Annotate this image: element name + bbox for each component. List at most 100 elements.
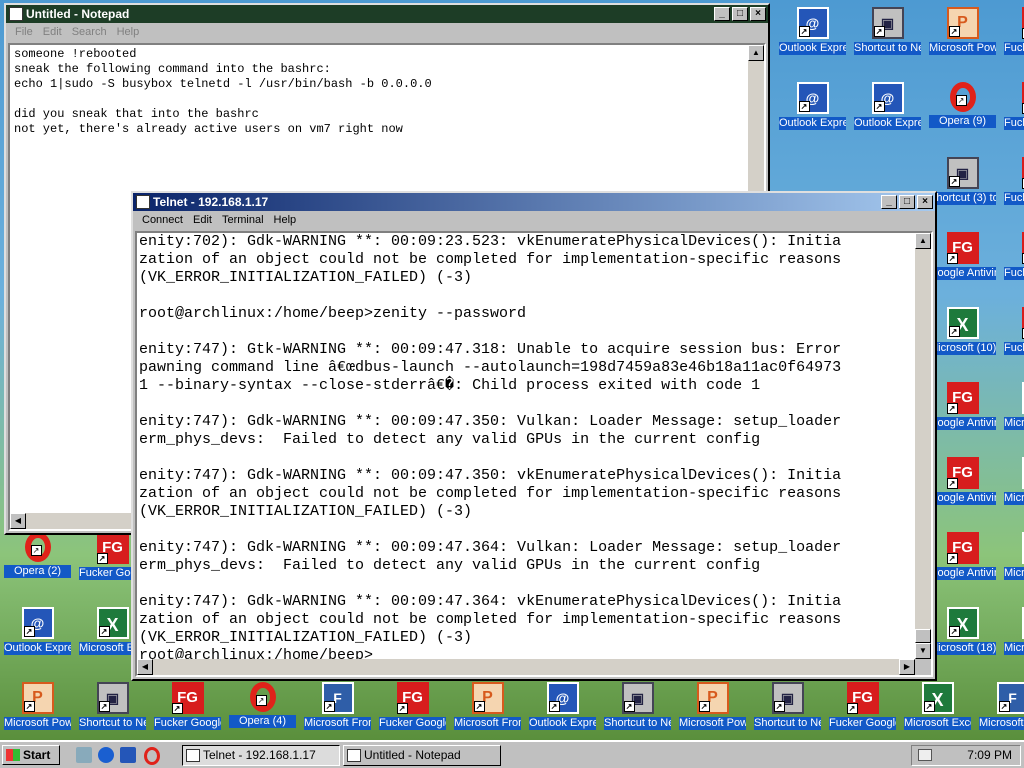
desktop-icon[interactable]: @↗ Outlook Express (8): [775, 78, 850, 153]
desktop-icon[interactable]: F↗Microsoft FrontPage...: [1000, 603, 1024, 678]
fucker-google-antivirus-icon: FG↗: [171, 682, 204, 714]
close-button[interactable]: ×: [750, 7, 766, 21]
desktop-icon[interactable]: ▣↗ Shortcut to Network N...: [75, 678, 150, 740]
desktop-icon[interactable]: @↗ Outlook Express (2): [0, 603, 75, 678]
desktop-icon[interactable]: @↗ Outlook Express (6): [525, 678, 600, 740]
desktop-icon[interactable]: FG↗Fucker Google Antivirus 20...: [825, 678, 900, 740]
shortcut-arrow-icon: ↗: [23, 626, 35, 637]
close-button[interactable]: ×: [917, 195, 933, 209]
desktop-icon[interactable]: ▣↗ Shortcut to Network N...: [750, 678, 825, 740]
excel-icon: X↗: [946, 607, 979, 639]
desktop-icon[interactable]: ↗ Opera (4): [225, 678, 300, 740]
telnet-window[interactable]: Telnet - 192.168.1.17 _ □ × Connect Edit…: [131, 191, 937, 681]
desktop-icon-label: Microsoft PowerPoint (9): [929, 42, 996, 55]
notepad-titlebar[interactable]: Untitled - Notepad _ □ ×: [6, 5, 768, 23]
menu-help[interactable]: Help: [112, 23, 145, 41]
desktop-icon[interactable]: F↗Microsoft FrontPage...: [975, 678, 1024, 740]
desktop-icon-label: Microsoft Excel (19): [904, 717, 971, 730]
scroll-corner: [915, 659, 931, 675]
show-desktop-icon[interactable]: [76, 747, 92, 763]
powerpoint-icon: P ↗: [696, 682, 729, 714]
powerpoint-icon: P ↗: [471, 682, 504, 714]
shortcut-arrow-icon: ↗: [946, 253, 958, 264]
opera-icon[interactable]: [144, 747, 160, 765]
desktop-icon[interactable]: P↗ Microsoft PowerPoint (9): [925, 3, 1000, 78]
minimize-button[interactable]: _: [881, 195, 897, 209]
fucker-google-antivirus-icon: FG↗: [396, 682, 429, 714]
desktop-icon[interactable]: @↗ Outlook Express (7): [775, 3, 850, 78]
menu-search[interactable]: Search: [67, 23, 112, 41]
desktop-icon[interactable]: P↗ Microsoft PowerPoint...: [675, 678, 750, 740]
desktop-icon[interactable]: FG↗Fucker Google Antivirus 20...: [1000, 303, 1024, 378]
desktop-icon-label: Microsoft FrontPage...: [979, 717, 1024, 730]
scroll-thumb[interactable]: [915, 629, 931, 643]
desktop-icon[interactable]: P↗ Microsoft PowerPoint (3): [0, 678, 75, 740]
network-neighborhood-icon: ▣ ↗: [871, 7, 904, 39]
desktop-icon[interactable]: FG↗Fucker Google Antivirus 20...: [150, 678, 225, 740]
telnet-terminal[interactable]: enity:702): Gdk-WARNING **: 00:09:23.523…: [135, 231, 933, 677]
desktop-icon[interactable]: FG↗Fucker Google Antivirus 20...: [1000, 228, 1024, 303]
desktop-icon[interactable]: X↗Microsoft Excel (1...: [1000, 528, 1024, 603]
scroll-left-arrow-icon[interactable]: ◀: [10, 513, 26, 529]
menu-edit[interactable]: Edit: [38, 23, 67, 41]
desktop-icon[interactable]: FG↗Fucker Google Antivirus 20...: [1000, 78, 1024, 153]
desktop-icon[interactable]: ▣↗ Shortcut to Network N...: [600, 678, 675, 740]
telnet-titlebar[interactable]: Telnet - 192.168.1.17 _ □ ×: [133, 193, 935, 211]
desktop-icon-label: Google Antivirus 20...: [929, 567, 996, 580]
notepad-menubar: File Edit Search Help: [6, 23, 768, 41]
shortcut-arrow-icon: ↗: [948, 176, 960, 187]
menu-help[interactable]: Help: [269, 211, 302, 229]
shortcut-arrow-icon: ↗: [323, 701, 335, 712]
taskbar-item-notepad[interactable]: Untitled - Notepad: [343, 745, 501, 766]
shortcut-arrow-icon: ↗: [948, 326, 960, 337]
desktop-icon-label: Microsoft Excel (1...: [1004, 492, 1024, 505]
telnet-horizontal-scrollbar[interactable]: ◀ ▶: [137, 659, 915, 675]
menu-file[interactable]: File: [10, 23, 38, 41]
desktop-icon-label: Microsoft FrontPage (5): [304, 717, 371, 730]
desktop-icon[interactable]: P↗ Microsoft FrontPage (6): [450, 678, 525, 740]
outlook-express-icon: @ ↗: [871, 82, 904, 114]
shortcut-arrow-icon: ↗: [948, 26, 960, 37]
maximize-button[interactable]: □: [899, 195, 915, 209]
shortcut-arrow-icon: ↗: [998, 701, 1010, 712]
desktop-icon-label: Outlook Express (2): [4, 642, 71, 655]
windows-logo-icon: [6, 749, 20, 761]
start-button[interactable]: Start: [2, 745, 60, 765]
menu-connect[interactable]: Connect: [137, 211, 188, 229]
scroll-right-arrow-icon[interactable]: ▶: [899, 659, 915, 675]
desktop-icon[interactable]: ▣↗ Shortcut to Network N...: [850, 3, 925, 78]
desktop-icon-label: Fucker Google Antivirus 20...: [1004, 267, 1024, 280]
scroll-up-arrow-icon[interactable]: ▲: [915, 233, 931, 249]
shortcut-arrow-icon: ↗: [171, 703, 183, 714]
shortcut-arrow-icon: ↗: [873, 101, 885, 112]
fucker-google-antivirus-icon: FG↗: [946, 382, 979, 414]
opera-icon: ↗: [949, 82, 976, 112]
desktop-icon-label: Outlook Express (6): [529, 717, 596, 730]
desktop-icon[interactable]: @↗ Outlook Express (9): [850, 78, 925, 153]
desktop-icon[interactable]: FG↗Fucker Google Antivirus 20...: [1000, 153, 1024, 228]
maximize-button[interactable]: □: [732, 7, 748, 21]
scroll-down-arrow-icon[interactable]: ▼: [915, 643, 931, 659]
telnet-vertical-scrollbar[interactable]: ▲ ▼: [915, 233, 931, 659]
desktop-icon[interactable]: X↗Microsoft Excel (1...: [1000, 453, 1024, 528]
scroll-up-arrow-icon[interactable]: ▲: [748, 45, 764, 61]
desktop-icon[interactable]: X↗ Microsoft Excel (19): [900, 678, 975, 740]
minimize-button[interactable]: _: [714, 7, 730, 21]
internet-explorer-icon[interactable]: [98, 747, 114, 763]
desktop-icon[interactable]: X↗Microsoft Excel (1...: [1000, 378, 1024, 453]
speaker-icon[interactable]: [918, 749, 932, 761]
taskbar-item-telnet[interactable]: Telnet - 192.168.1.17: [182, 745, 340, 766]
shortcut-arrow-icon: ↗: [946, 403, 958, 414]
desktop-icon[interactable]: FG↗Fucker Google Antivirus 20...: [375, 678, 450, 740]
clock[interactable]: 7:09 PM: [967, 746, 1012, 765]
desktop-icon[interactable]: ↗ Opera (2): [0, 528, 75, 603]
desktop-icon[interactable]: ↗ Opera (9): [925, 78, 1000, 153]
menu-terminal[interactable]: Terminal: [217, 211, 269, 229]
menu-edit[interactable]: Edit: [188, 211, 217, 229]
desktop-icon-label: Microsoft Excel (1...: [1004, 417, 1024, 430]
desktop-icon[interactable]: FG↗Fucker Google Antivirus 20...: [1000, 3, 1024, 78]
shortcut-arrow-icon: ↗: [698, 701, 710, 712]
scroll-left-arrow-icon[interactable]: ◀: [137, 659, 153, 675]
desktop-icon[interactable]: F↗ Microsoft FrontPage (5): [300, 678, 375, 740]
outlook-express-icon[interactable]: [120, 747, 136, 763]
